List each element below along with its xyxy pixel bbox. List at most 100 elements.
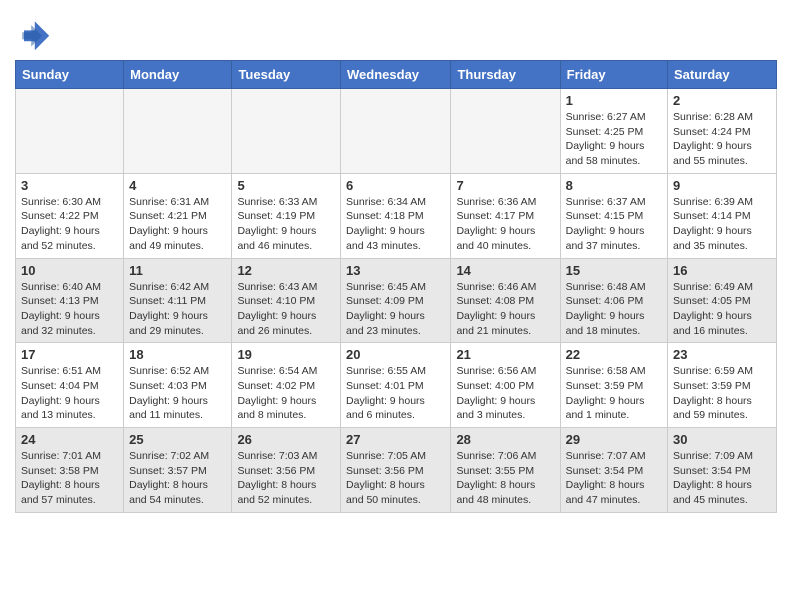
calendar-day-cell <box>16 89 124 174</box>
day-number: 9 <box>673 178 771 193</box>
calendar-day-cell: 21Sunrise: 6:56 AM Sunset: 4:00 PM Dayli… <box>451 343 560 428</box>
day-number: 16 <box>673 263 771 278</box>
day-info: Sunrise: 6:34 AM Sunset: 4:18 PM Dayligh… <box>346 195 445 254</box>
calendar-day-cell: 26 Sunrise: 7:03 AM Sunset: 3:56 PM Dayli… <box>232 428 341 513</box>
page-container: SundayMondayTuesdayWednesdayThursdayFrid… <box>0 0 792 523</box>
day-number: 18 <box>129 347 226 362</box>
day-number: 10 <box>21 263 118 278</box>
day-info: Sunrise: 7:06 AM Sunset: 3:55 PM Dayligh… <box>456 449 554 508</box>
day-number: 26 <box>237 432 335 447</box>
calendar-day-cell: 25 Sunrise: 7:02 AM Sunset: 3:57 PM Dayli… <box>124 428 232 513</box>
day-info: Sunrise: 6:36 AM Sunset: 4:17 PM Dayligh… <box>456 195 554 254</box>
day-info: Sunrise: 6:37 AM Sunset: 4:15 PM Dayligh… <box>566 195 662 254</box>
calendar-day-cell: 8 Sunrise: 6:37 AM Sunset: 4:15 PM Daylig… <box>560 173 667 258</box>
calendar-day-cell: 3 Sunrise: 6:30 AM Sunset: 4:22 PM Daylig… <box>16 173 124 258</box>
calendar-header-row: SundayMondayTuesdayWednesdayThursdayFrid… <box>16 61 777 89</box>
weekday-header: Friday <box>560 61 667 89</box>
calendar-day-cell: 29 Sunrise: 7:07 AM Sunset: 3:54 PM Dayli… <box>560 428 667 513</box>
calendar-day-cell: 6 Sunrise: 6:34 AM Sunset: 4:18 PM Daylig… <box>341 173 451 258</box>
calendar-day-cell <box>451 89 560 174</box>
day-number: 12 <box>237 263 335 278</box>
day-number: 4 <box>129 178 226 193</box>
calendar-week-row: 24 Sunrise: 7:01 AM Sunset: 3:58 PM Dayli… <box>16 428 777 513</box>
day-number: 6 <box>346 178 445 193</box>
weekday-header: Tuesday <box>232 61 341 89</box>
day-info: Sunrise: 6:48 AM Sunset: 4:06 PM Dayligh… <box>566 280 662 339</box>
weekday-header: Thursday <box>451 61 560 89</box>
calendar-day-cell <box>232 89 341 174</box>
day-number: 17 <box>21 347 118 362</box>
day-number: 27 <box>346 432 445 447</box>
day-number: 29 <box>566 432 662 447</box>
day-info: Sunrise: 6:54 AM Sunset: 4:02 PM Dayligh… <box>237 364 335 423</box>
day-number: 24 <box>21 432 118 447</box>
calendar-day-cell: 13 Sunrise: 6:45 AM Sunset: 4:09 PM Dayli… <box>341 258 451 343</box>
calendar-day-cell: 23 Sunrise: 6:59 AM Sunset: 3:59 PM Dayli… <box>668 343 777 428</box>
day-info: Sunrise: 6:40 AM Sunset: 4:13 PM Dayligh… <box>21 280 118 339</box>
calendar-day-cell: 18 Sunrise: 6:52 AM Sunset: 4:03 PM Dayli… <box>124 343 232 428</box>
day-number: 1 <box>566 93 662 108</box>
calendar-week-row: 3 Sunrise: 6:30 AM Sunset: 4:22 PM Daylig… <box>16 173 777 258</box>
day-info: Sunrise: 6:28 AM Sunset: 4:24 PM Dayligh… <box>673 110 771 169</box>
calendar-day-cell: 7 Sunrise: 6:36 AM Sunset: 4:17 PM Daylig… <box>451 173 560 258</box>
day-info: Sunrise: 6:49 AM Sunset: 4:05 PM Dayligh… <box>673 280 771 339</box>
day-info: Sunrise: 7:05 AM Sunset: 3:56 PM Dayligh… <box>346 449 445 508</box>
calendar-day-cell: 24 Sunrise: 7:01 AM Sunset: 3:58 PM Dayli… <box>16 428 124 513</box>
day-info: Sunrise: 6:59 AM Sunset: 3:59 PM Dayligh… <box>673 364 771 423</box>
day-number: 3 <box>21 178 118 193</box>
calendar-day-cell: 20Sunrise: 6:55 AM Sunset: 4:01 PM Dayli… <box>341 343 451 428</box>
calendar-day-cell: 10 Sunrise: 6:40 AM Sunset: 4:13 PM Dayli… <box>16 258 124 343</box>
calendar-day-cell: 19Sunrise: 6:54 AM Sunset: 4:02 PM Dayli… <box>232 343 341 428</box>
day-info: Sunrise: 6:31 AM Sunset: 4:21 PM Dayligh… <box>129 195 226 254</box>
calendar-day-cell: 30Sunrise: 7:09 AM Sunset: 3:54 PM Dayli… <box>668 428 777 513</box>
calendar-day-cell: 17Sunrise: 6:51 AM Sunset: 4:04 PM Dayli… <box>16 343 124 428</box>
weekday-header: Sunday <box>16 61 124 89</box>
day-number: 13 <box>346 263 445 278</box>
day-info: Sunrise: 7:09 AM Sunset: 3:54 PM Dayligh… <box>673 449 771 508</box>
day-info: Sunrise: 7:07 AM Sunset: 3:54 PM Dayligh… <box>566 449 662 508</box>
calendar-week-row: 10 Sunrise: 6:40 AM Sunset: 4:13 PM Dayli… <box>16 258 777 343</box>
day-info: Sunrise: 6:58 AM Sunset: 3:59 PM Dayligh… <box>566 364 662 423</box>
day-number: 8 <box>566 178 662 193</box>
page-header <box>15 10 777 52</box>
day-info: Sunrise: 6:42 AM Sunset: 4:11 PM Dayligh… <box>129 280 226 339</box>
weekday-header: Monday <box>124 61 232 89</box>
day-number: 5 <box>237 178 335 193</box>
calendar-day-cell: 11 Sunrise: 6:42 AM Sunset: 4:11 PM Dayli… <box>124 258 232 343</box>
day-number: 2 <box>673 93 771 108</box>
day-info: Sunrise: 6:27 AM Sunset: 4:25 PM Dayligh… <box>566 110 662 169</box>
calendar-day-cell: 14 Sunrise: 6:46 AM Sunset: 4:08 PM Dayli… <box>451 258 560 343</box>
day-number: 20 <box>346 347 445 362</box>
day-number: 22 <box>566 347 662 362</box>
calendar-day-cell: 1 Sunrise: 6:27 AM Sunset: 4:25 PM Daylig… <box>560 89 667 174</box>
day-number: 25 <box>129 432 226 447</box>
day-info: Sunrise: 6:43 AM Sunset: 4:10 PM Dayligh… <box>237 280 335 339</box>
calendar-day-cell <box>124 89 232 174</box>
logo-icon <box>15 16 51 52</box>
day-number: 14 <box>456 263 554 278</box>
day-number: 7 <box>456 178 554 193</box>
day-info: Sunrise: 7:03 AM Sunset: 3:56 PM Dayligh… <box>237 449 335 508</box>
calendar-day-cell: 12 Sunrise: 6:43 AM Sunset: 4:10 PM Dayli… <box>232 258 341 343</box>
calendar-week-row: 1 Sunrise: 6:27 AM Sunset: 4:25 PM Daylig… <box>16 89 777 174</box>
day-info: Sunrise: 6:56 AM Sunset: 4:00 PM Dayligh… <box>456 364 554 423</box>
weekday-header: Wednesday <box>341 61 451 89</box>
day-info: Sunrise: 7:01 AM Sunset: 3:58 PM Dayligh… <box>21 449 118 508</box>
day-number: 23 <box>673 347 771 362</box>
day-info: Sunrise: 6:45 AM Sunset: 4:09 PM Dayligh… <box>346 280 445 339</box>
calendar-day-cell <box>341 89 451 174</box>
day-number: 15 <box>566 263 662 278</box>
calendar-week-row: 17Sunrise: 6:51 AM Sunset: 4:04 PM Dayli… <box>16 343 777 428</box>
calendar-day-cell: 2 Sunrise: 6:28 AM Sunset: 4:24 PM Daylig… <box>668 89 777 174</box>
day-number: 11 <box>129 263 226 278</box>
day-info: Sunrise: 6:30 AM Sunset: 4:22 PM Dayligh… <box>21 195 118 254</box>
calendar-day-cell: 27 Sunrise: 7:05 AM Sunset: 3:56 PM Dayli… <box>341 428 451 513</box>
calendar-day-cell: 9 Sunrise: 6:39 AM Sunset: 4:14 PM Daylig… <box>668 173 777 258</box>
day-info: Sunrise: 6:46 AM Sunset: 4:08 PM Dayligh… <box>456 280 554 339</box>
calendar-day-cell: 4 Sunrise: 6:31 AM Sunset: 4:21 PM Daylig… <box>124 173 232 258</box>
day-info: Sunrise: 7:02 AM Sunset: 3:57 PM Dayligh… <box>129 449 226 508</box>
day-info: Sunrise: 6:52 AM Sunset: 4:03 PM Dayligh… <box>129 364 226 423</box>
day-info: Sunrise: 6:39 AM Sunset: 4:14 PM Dayligh… <box>673 195 771 254</box>
weekday-header: Saturday <box>668 61 777 89</box>
calendar-day-cell: 5Sunrise: 6:33 AM Sunset: 4:19 PM Daylig… <box>232 173 341 258</box>
